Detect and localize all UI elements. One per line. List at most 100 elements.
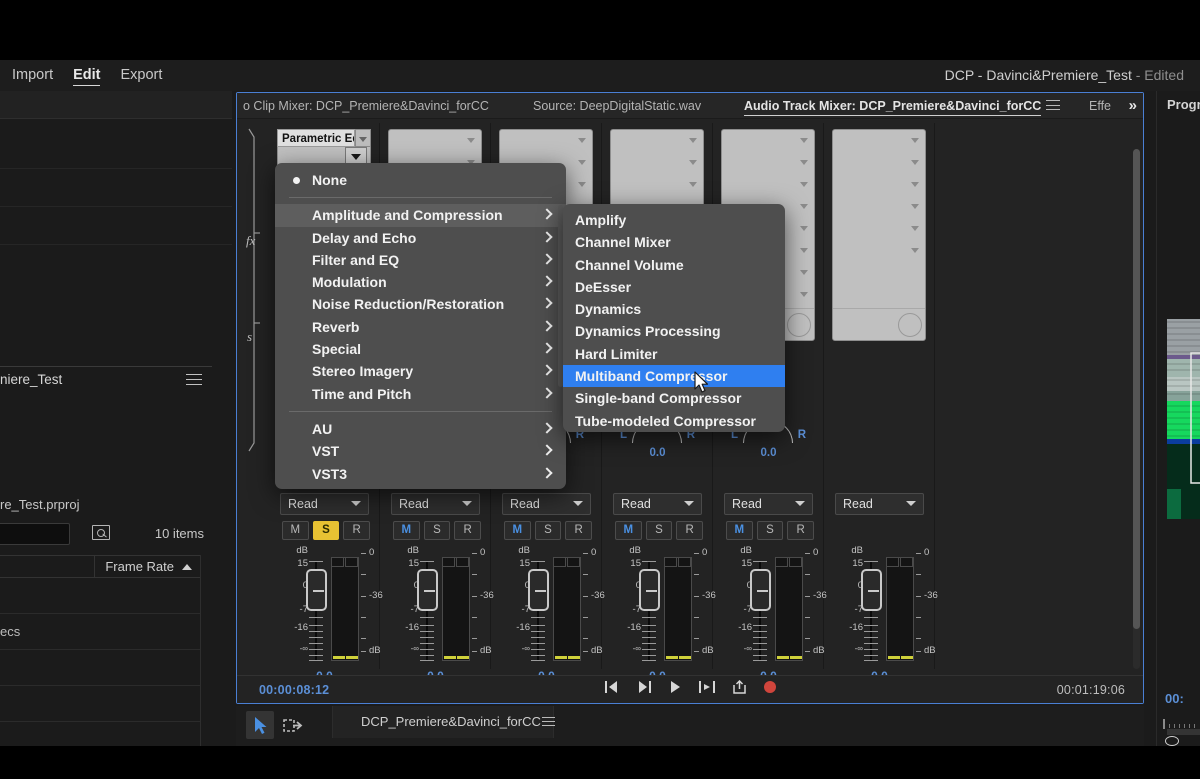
mute-button[interactable]: M bbox=[393, 521, 420, 540]
project-search-input[interactable] bbox=[0, 523, 70, 545]
automation-mode-select[interactable]: Read bbox=[502, 493, 591, 515]
menu-item-label: AU bbox=[312, 420, 333, 437]
chevron-down-icon bbox=[906, 501, 916, 507]
submenu-item-amplify[interactable]: Amplify bbox=[563, 209, 785, 231]
record-arm-button[interactable]: R bbox=[565, 521, 593, 540]
project-panel-menu-icon[interactable] bbox=[186, 373, 202, 386]
record-arm-button[interactable]: R bbox=[676, 521, 704, 540]
selected-effect-label[interactable]: Parametric Eq bbox=[277, 129, 355, 147]
record-icon[interactable] bbox=[763, 680, 777, 699]
tab-clip-mixer[interactable]: o Clip Mixer: DCP_Premiere&Davinci_forCC bbox=[243, 93, 489, 119]
timeline-panel-menu-icon[interactable] bbox=[542, 717, 555, 727]
tab-effects[interactable]: Effe bbox=[1089, 93, 1111, 119]
automation-mode-select[interactable]: Read bbox=[835, 493, 924, 515]
volume-fader-handle[interactable] bbox=[306, 569, 327, 611]
menu-item-label: Stereo Imagery bbox=[312, 363, 414, 380]
mute-button[interactable]: M bbox=[282, 521, 309, 540]
go-to-out-icon[interactable] bbox=[636, 680, 652, 699]
menu-divider bbox=[289, 410, 552, 412]
menu-item-vst[interactable]: VST bbox=[275, 440, 566, 462]
solo-button[interactable]: S bbox=[423, 521, 451, 540]
submenu-item-hard-limiter[interactable]: Hard Limiter bbox=[563, 343, 785, 365]
tab-audio-track-mixer[interactable]: Audio Track Mixer: DCP_Premiere&Davinci_… bbox=[744, 93, 1042, 119]
column-frame-rate[interactable]: Frame Rate bbox=[94, 555, 200, 578]
record-arm-button[interactable]: R bbox=[787, 521, 815, 540]
menu-item-time-and-pitch[interactable]: Time and Pitch bbox=[275, 383, 566, 405]
menu-item-filter-and-eq[interactable]: Filter and EQ bbox=[275, 249, 566, 271]
chevron-down-icon bbox=[351, 501, 361, 507]
menu-item-amplitude-and-compression[interactable]: Amplitude and Compression bbox=[275, 204, 566, 227]
mixer-scrollbar[interactable] bbox=[1133, 149, 1140, 669]
app-root: Import Edit Export DCP - Davinci&Premier… bbox=[0, 0, 1200, 779]
mute-button[interactable]: M bbox=[615, 521, 642, 540]
list-item[interactable] bbox=[0, 578, 200, 614]
menu-edit[interactable]: Edit bbox=[65, 60, 108, 91]
menu-item-au[interactable]: AU bbox=[275, 418, 566, 440]
menu-item-none-label: None bbox=[312, 172, 347, 188]
menu-export[interactable]: Export bbox=[112, 60, 170, 91]
automation-mode-select[interactable]: Read bbox=[613, 493, 702, 515]
menu-item-stereo-imagery[interactable]: Stereo Imagery bbox=[275, 360, 566, 382]
menu-item-label: Filter and EQ bbox=[312, 251, 400, 268]
solo-button[interactable]: S bbox=[756, 521, 784, 540]
solo-button[interactable]: S bbox=[312, 521, 340, 540]
submenu-item-single-band-compressor[interactable]: Single-band Compressor bbox=[563, 387, 785, 409]
solo-button[interactable]: S bbox=[645, 521, 673, 540]
timeline-panel-strip: × DCP_Premiere&Davinci_forCC bbox=[236, 706, 1144, 746]
menu-item-none[interactable]: None bbox=[275, 169, 566, 191]
menu-item-modulation[interactable]: Modulation bbox=[275, 271, 566, 293]
track-select-forward-icon[interactable] bbox=[278, 711, 306, 739]
mute-button[interactable]: M bbox=[504, 521, 531, 540]
duration-timecode[interactable]: 00:01:19:06 bbox=[1057, 683, 1125, 697]
submenu-item-channel-mixer[interactable]: Channel Mixer bbox=[563, 231, 785, 253]
volume-fader-handle[interactable] bbox=[417, 569, 438, 611]
volume-fader-handle[interactable] bbox=[528, 569, 549, 611]
program-timecode[interactable]: 00: bbox=[1165, 691, 1184, 706]
list-item[interactable]: ecs bbox=[0, 614, 200, 650]
menu-item-label: Reverb bbox=[312, 318, 360, 335]
find-in-bin-icon[interactable] bbox=[92, 525, 110, 540]
record-arm-button[interactable]: R bbox=[343, 521, 371, 540]
project-row bbox=[0, 207, 232, 245]
menu-item-noise-reduction-restoration[interactable]: Noise Reduction/Restoration bbox=[275, 293, 566, 315]
menu-item-special[interactable]: Special bbox=[275, 338, 566, 360]
tab-overflow-button[interactable]: » bbox=[1129, 93, 1137, 119]
playhead-icon[interactable] bbox=[1165, 736, 1179, 746]
program-time-ruler[interactable] bbox=[1163, 719, 1200, 735]
submenu-item-channel-volume[interactable]: Channel Volume bbox=[563, 254, 785, 276]
effect-knob[interactable] bbox=[787, 313, 811, 337]
volume-fader-handle[interactable] bbox=[861, 569, 882, 611]
go-to-in-icon[interactable] bbox=[604, 680, 620, 699]
menu-item-vst3[interactable]: VST3 bbox=[275, 463, 566, 485]
menu-item-reverb[interactable]: Reverb bbox=[275, 316, 566, 338]
effect-rack-slot[interactable] bbox=[832, 129, 926, 341]
submenu-item-dynamics-processing[interactable]: Dynamics Processing bbox=[563, 320, 785, 342]
export-frame-icon[interactable] bbox=[732, 679, 747, 699]
tab-source[interactable]: Source: DeepDigitalStatic.wav bbox=[533, 93, 701, 119]
column-frame-rate-label: Frame Rate bbox=[105, 559, 174, 574]
submenu-item-tube-modeled-compressor[interactable]: Tube-modeled Compressor bbox=[563, 410, 785, 432]
menu-item-delay-and-echo[interactable]: Delay and Echo bbox=[275, 227, 566, 249]
automation-mode-select[interactable]: Read bbox=[280, 493, 369, 515]
submenu-item-deesser[interactable]: DeEsser bbox=[563, 276, 785, 298]
solo-button[interactable]: S bbox=[534, 521, 562, 540]
submenu-item-dynamics[interactable]: Dynamics bbox=[563, 298, 785, 320]
mute-button[interactable]: M bbox=[726, 521, 753, 540]
automation-mode-select[interactable]: Read bbox=[391, 493, 480, 515]
effect-knob[interactable] bbox=[898, 313, 922, 337]
submenu-item-multiband-compressor[interactable]: Multiband Compressor bbox=[563, 365, 785, 388]
mixer-panel-menu-icon[interactable] bbox=[1046, 100, 1060, 111]
loop-icon[interactable] bbox=[698, 680, 716, 699]
list-item[interactable] bbox=[0, 650, 200, 686]
project-file-name: re_Test.prproj bbox=[0, 497, 80, 512]
list-item[interactable] bbox=[0, 686, 200, 722]
menu-import[interactable]: Import bbox=[4, 60, 61, 91]
volume-fader-handle[interactable] bbox=[639, 569, 660, 611]
automation-mode-select[interactable]: Read bbox=[724, 493, 813, 515]
chevron-down-icon[interactable] bbox=[355, 129, 371, 147]
record-arm-button[interactable]: R bbox=[454, 521, 482, 540]
selection-tool-icon[interactable] bbox=[246, 711, 274, 739]
volume-fader-handle[interactable] bbox=[750, 569, 771, 611]
timeline-tab[interactable]: DCP_Premiere&Davinci_forCC bbox=[332, 706, 554, 738]
play-icon[interactable] bbox=[668, 680, 682, 699]
